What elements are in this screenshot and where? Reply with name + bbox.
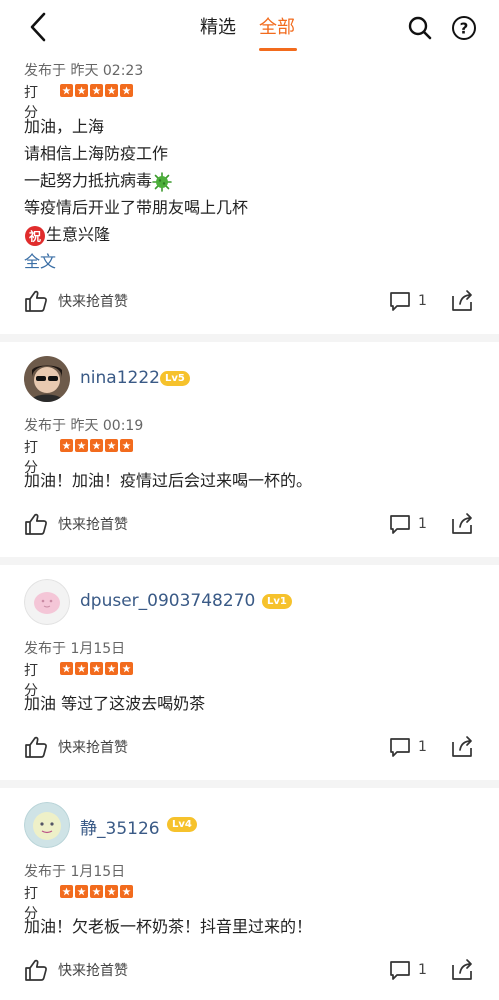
star-icon xyxy=(105,84,118,97)
like-label: 快来抢首赞 xyxy=(58,740,128,756)
full-text-link[interactable]: 全文 xyxy=(24,248,474,275)
star-icon xyxy=(120,885,133,898)
comment-icon xyxy=(390,292,410,311)
review-text-line: 祝 生意兴隆 xyxy=(24,221,474,248)
review-text-line: 一起努力抵抗病毒 xyxy=(24,167,474,194)
comment-icon xyxy=(390,515,410,534)
thumbs-up-icon xyxy=(25,959,47,981)
level-badge: Lv1 xyxy=(262,594,292,609)
share-button[interactable] xyxy=(450,956,478,984)
star-icon xyxy=(105,885,118,898)
review-text: 生意兴隆 xyxy=(46,225,111,244)
like-label: 快来抢首赞 xyxy=(58,517,128,533)
like-button[interactable]: 快来抢首赞 xyxy=(24,510,128,538)
section-divider xyxy=(0,780,499,788)
published-time: 发布于 昨天 00:19 xyxy=(24,418,144,434)
review-actions: 快来抢首赞 1 xyxy=(0,733,499,761)
star-icon xyxy=(90,662,103,675)
comment-button[interactable]: 1 xyxy=(388,956,427,984)
share-icon xyxy=(452,736,472,757)
review-card: nina1222 Lv5 发布于 昨天 00:19 打分 加油！加油！疫情过后会… xyxy=(0,342,499,556)
share-icon xyxy=(452,959,472,980)
share-button[interactable] xyxy=(450,733,478,761)
share-button[interactable] xyxy=(450,510,478,538)
avatar[interactable] xyxy=(24,802,70,848)
star-icon xyxy=(60,84,73,97)
review-content: 加油！加油！疫情过后会过来喝一杯的。 xyxy=(24,471,313,490)
review-text-line: 等疫情后开业了带朋友喝上几杯 xyxy=(24,198,249,217)
thumbs-up-icon xyxy=(25,736,47,758)
like-label: 快来抢首赞 xyxy=(58,294,128,310)
avatar[interactable] xyxy=(24,579,70,625)
star-rating xyxy=(60,439,134,452)
review-content: 加油，上海 请相信上海防疫工作 一起努力抵抗病毒 等疫情后开业了带朋友喝上几杯 … xyxy=(24,113,474,275)
star-icon xyxy=(90,439,103,452)
comment-button[interactable]: 1 xyxy=(388,510,427,538)
star-icon xyxy=(90,885,103,898)
star-icon xyxy=(120,662,133,675)
like-label: 快来抢首赞 xyxy=(58,963,128,979)
star-icon xyxy=(60,662,73,675)
level-badge: Lv5 xyxy=(160,371,190,386)
star-icon xyxy=(75,662,88,675)
review-text-line: 请相信上海防疫工作 xyxy=(24,144,169,163)
share-icon xyxy=(452,513,472,534)
share-icon xyxy=(452,290,472,311)
comment-count: 1 xyxy=(418,962,427,978)
section-divider xyxy=(0,334,499,342)
star-icon xyxy=(120,84,133,97)
review-card: 静_35126 Lv4 发布于 1月15日 打分 加油！欠老板一杯奶茶！抖音里过… xyxy=(0,788,499,1000)
published-time: 发布于 1月15日 xyxy=(24,864,126,880)
star-icon xyxy=(105,662,118,675)
review-text: 一起努力抵抗病毒 xyxy=(24,171,153,190)
published-time: 发布于 1月15日 xyxy=(24,641,126,657)
username[interactable]: dpuser_0903748270 xyxy=(80,591,255,611)
like-button[interactable]: 快来抢首赞 xyxy=(24,287,128,315)
star-rating xyxy=(60,84,134,97)
comment-icon xyxy=(390,961,410,980)
comment-count: 1 xyxy=(418,516,427,532)
star-icon xyxy=(105,439,118,452)
level-badge: Lv4 xyxy=(167,817,197,832)
comment-count: 1 xyxy=(418,293,427,309)
star-rating xyxy=(60,662,134,675)
thumbs-up-icon xyxy=(25,290,47,312)
review-card: dpuser_0903748270 Lv1 发布于 1月15日 打分 加油 等过… xyxy=(0,565,499,779)
username[interactable]: nina1222 xyxy=(80,368,160,388)
share-button[interactable] xyxy=(450,287,478,315)
comment-button[interactable]: 1 xyxy=(388,733,427,761)
review-content: 加油 等过了这波去喝奶茶 xyxy=(24,694,206,713)
star-icon xyxy=(75,84,88,97)
svg-text:祝: 祝 xyxy=(29,228,41,243)
published-time: 发布于 昨天 02:23 xyxy=(24,63,144,79)
star-icon xyxy=(120,439,133,452)
review-actions: 快来抢首赞 1 xyxy=(0,287,499,315)
comment-icon xyxy=(390,738,410,757)
star-icon xyxy=(75,439,88,452)
review-content: 加油！欠老板一杯奶茶！抖音里过来的！ xyxy=(24,917,313,936)
star-icon xyxy=(75,885,88,898)
star-icon xyxy=(60,439,73,452)
like-button[interactable]: 快来抢首赞 xyxy=(24,733,128,761)
review-text-line: 加油，上海 xyxy=(24,117,105,136)
avatar[interactable] xyxy=(24,356,70,402)
star-icon xyxy=(90,84,103,97)
comment-count: 1 xyxy=(418,739,427,755)
thumbs-up-icon xyxy=(25,513,47,535)
review-actions: 快来抢首赞 1 xyxy=(0,956,499,984)
username[interactable]: 静_35126 xyxy=(80,814,160,839)
review-actions: 快来抢首赞 1 xyxy=(0,510,499,538)
star-icon xyxy=(60,885,73,898)
section-divider xyxy=(0,557,499,565)
comment-button[interactable]: 1 xyxy=(388,287,427,315)
like-button[interactable]: 快来抢首赞 xyxy=(24,956,128,984)
star-rating xyxy=(60,885,134,898)
blessing-icon: 祝 xyxy=(25,225,45,246)
virus-icon xyxy=(152,171,172,192)
review-card: 发布于 昨天 02:23 打分 加油，上海 请相信上海防疫工作 一起努力抵抗病毒… xyxy=(0,0,499,332)
